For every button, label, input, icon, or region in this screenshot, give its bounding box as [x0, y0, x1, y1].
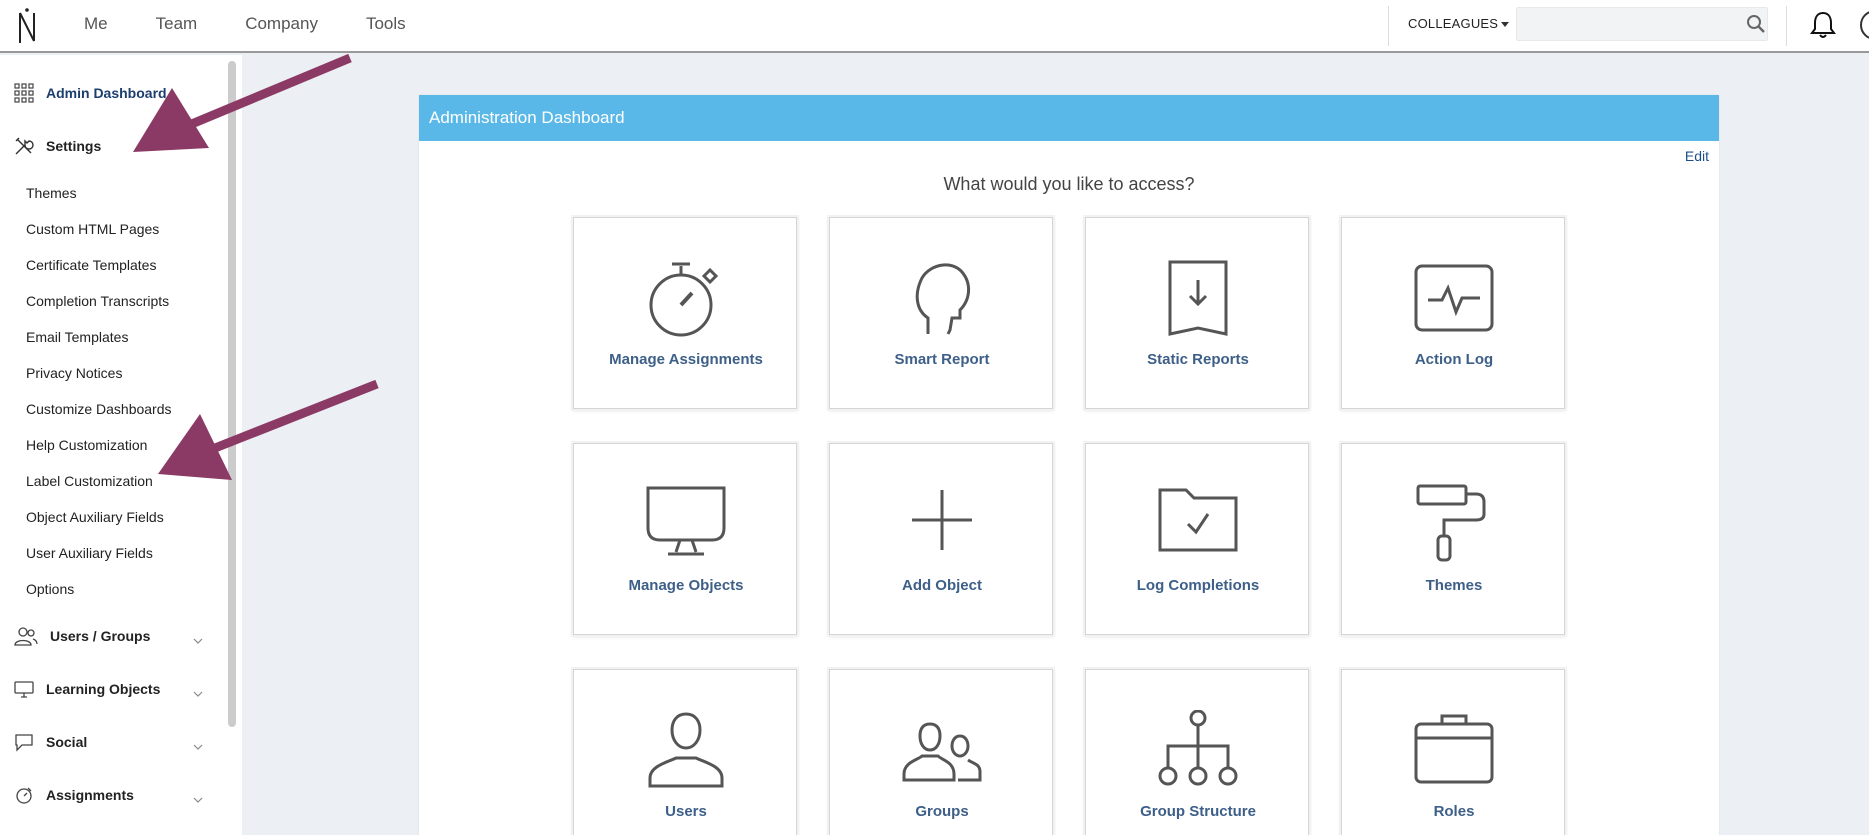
tile-label: Themes	[1425, 577, 1483, 594]
top-bar: Me Team Company Tools COLLEAGUES	[0, 0, 1869, 53]
briefcase-icon	[1414, 714, 1494, 784]
tile-label: Log Completions	[1136, 577, 1260, 594]
chevron-down-icon[interactable]	[192, 637, 204, 645]
stopwatch-icon	[649, 262, 719, 337]
org-chart-icon	[1158, 710, 1238, 786]
divider	[1786, 6, 1787, 46]
stopwatch-icon	[16, 787, 32, 804]
search-input[interactable]	[1516, 7, 1768, 41]
monitor-icon	[646, 486, 726, 556]
sidebar-item-learning-objects[interactable]: Learning Objects	[14, 676, 160, 702]
grid-icon	[14, 83, 34, 103]
chevron-down-icon[interactable]	[192, 743, 204, 751]
access-question: What would you like to access?	[943, 174, 1195, 194]
tile-roles[interactable]: Roles	[1341, 669, 1565, 835]
sidebar-subitem[interactable]: Label Customization	[26, 473, 153, 489]
sidebar-subitem[interactable]: User Auxiliary Fields	[26, 545, 153, 561]
tile-label: Add Object	[901, 577, 982, 594]
tile-group-structure[interactable]: Group Structure	[1085, 669, 1309, 835]
sidebar-item-label: Settings	[46, 138, 102, 154]
tile-label: Static Reports	[1147, 351, 1249, 368]
group-icon	[902, 722, 982, 782]
monitor-icon	[14, 681, 34, 698]
tile-label: Smart Report	[894, 351, 990, 368]
folder-check-icon	[1158, 488, 1238, 552]
tile-action-log[interactable]: Action Log	[1341, 217, 1565, 409]
sidebar-item-label: Social	[46, 734, 88, 750]
nav-me[interactable]: Me	[84, 14, 108, 34]
edit-link[interactable]: Edit	[1685, 148, 1709, 164]
tile-label: Manage Assignments	[609, 351, 763, 368]
sidebar-subitem[interactable]: Help Customization	[26, 437, 147, 453]
tile-log-completions[interactable]: Log Completions	[1085, 443, 1309, 635]
admin-dashboard-panel: Administration Dashboard Edit What would…	[419, 95, 1719, 835]
tile-label: Manage Objects	[628, 577, 744, 594]
chevron-down-icon[interactable]	[192, 690, 204, 698]
tile-users[interactable]: Users	[573, 669, 797, 835]
divider	[1388, 6, 1389, 46]
chat-bubble-icon	[15, 734, 33, 752]
avatar[interactable]	[1860, 10, 1869, 40]
panel-title: Administration Dashboard	[419, 95, 1719, 141]
tile-label: Action Log	[1414, 351, 1494, 368]
tile-themes[interactable]: Themes	[1341, 443, 1565, 635]
tile-label: Roles	[1433, 803, 1475, 820]
nav-company[interactable]: Company	[245, 14, 318, 34]
sidebar-subitem[interactable]: Object Auxiliary Fields	[26, 509, 164, 525]
sidebar-item-admin-dashboard[interactable]: Admin Dashboard	[14, 80, 167, 106]
sidebar-item-label: Assignments	[46, 787, 134, 803]
sidebar-subitem[interactable]: Certificate Templates	[26, 257, 156, 273]
sidebar-item-settings[interactable]: Settings	[14, 133, 101, 159]
bell-icon[interactable]	[1808, 10, 1838, 40]
tile-groups[interactable]: Groups	[829, 669, 1053, 835]
tile-manage-assignments[interactable]: Manage Assignments	[573, 217, 797, 409]
sidebar-item-users-groups[interactable]: Users / Groups	[14, 623, 150, 649]
sidebar-item-assignments[interactable]: Assignments	[14, 782, 134, 808]
chevron-down-icon[interactable]	[192, 796, 204, 804]
plus-icon	[912, 490, 972, 550]
colleagues-label: COLLEAGUES	[1408, 16, 1499, 31]
sidebar: Admin Dashboard Settings Themes Custom H…	[0, 55, 242, 835]
tile-static-reports[interactable]: Static Reports	[1085, 217, 1309, 409]
tile-add-object[interactable]: Add Object	[829, 443, 1053, 635]
paint-roller-icon	[1416, 484, 1486, 562]
download-document-icon	[1168, 260, 1228, 336]
sidebar-subitem[interactable]: Options	[26, 581, 74, 597]
nav-team[interactable]: Team	[156, 14, 198, 34]
head-profile-icon	[915, 263, 970, 335]
logo-icon[interactable]	[16, 7, 38, 45]
users-icon	[14, 627, 38, 646]
sidebar-subitem[interactable]: Themes	[26, 185, 77, 201]
sidebar-subitem[interactable]: Custom HTML Pages	[26, 221, 159, 237]
user-icon	[648, 712, 724, 788]
search-icon[interactable]	[1746, 14, 1766, 34]
tile-label: Group Structure	[1140, 803, 1256, 820]
sidebar-subitem[interactable]: Privacy Notices	[26, 365, 122, 381]
nav-tools[interactable]: Tools	[366, 14, 406, 34]
tile-smart-report[interactable]: Smart Report	[829, 217, 1053, 409]
tools-icon	[15, 137, 34, 155]
tile-label: Users	[665, 803, 707, 820]
tile-manage-objects[interactable]: Manage Objects	[573, 443, 797, 635]
sidebar-item-social[interactable]: Social	[14, 729, 87, 755]
pulse-monitor-icon	[1414, 264, 1494, 332]
sidebar-scrollbar[interactable]	[228, 61, 236, 727]
sidebar-subitem[interactable]: Completion Transcripts	[26, 293, 169, 309]
caret-down-icon	[1501, 22, 1510, 28]
sidebar-item-label: Users / Groups	[50, 628, 151, 644]
tile-label: Groups	[915, 803, 969, 820]
sidebar-item-label: Learning Objects	[46, 681, 161, 697]
colleagues-dropdown[interactable]: COLLEAGUES	[1408, 16, 1510, 31]
sidebar-item-label: Admin Dashboard	[46, 85, 167, 101]
sidebar-subitem[interactable]: Email Templates	[26, 329, 128, 345]
sidebar-subitem[interactable]: Customize Dashboards	[26, 401, 172, 417]
main-nav: Me Team Company Tools	[84, 14, 454, 34]
